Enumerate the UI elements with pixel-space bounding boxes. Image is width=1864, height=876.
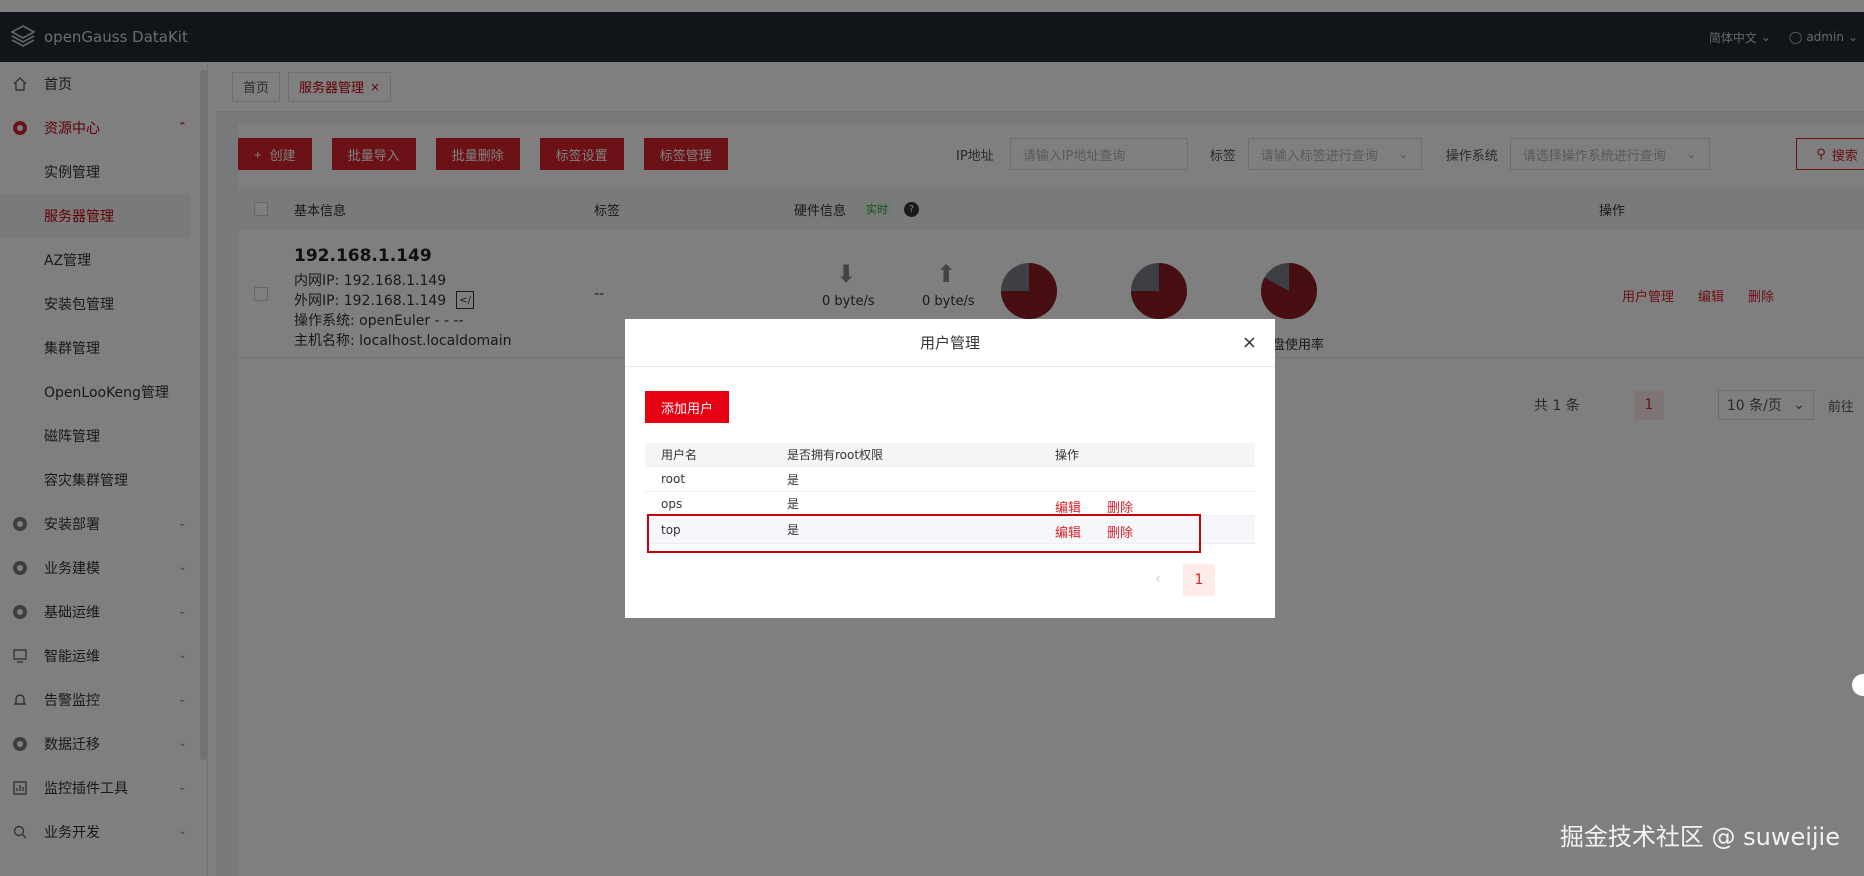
close-icon[interactable]: × — [1242, 332, 1257, 353]
add-user-button[interactable]: 添加用户 — [645, 391, 730, 423]
user-table-header: 用户名 是否拥有root权限 操作 — [645, 443, 1255, 467]
user-management-dialog: 用户管理 × 添加用户 用户名 是否拥有root权限 操作 root 是 ops… — [625, 319, 1275, 618]
col-ops: 操作 — [1055, 448, 1080, 462]
highlight-box — [647, 514, 1201, 553]
dialog-page-1[interactable]: 1 — [1183, 564, 1215, 596]
prev-page-icon[interactable]: ‹ — [1155, 571, 1161, 587]
dialog-title: 用户管理 — [919, 334, 980, 352]
watermark: 掘金技术社区 @ suweijie — [1559, 823, 1840, 851]
col-root: 是否拥有root权限 — [787, 448, 884, 462]
user-row-root: root 是 — [645, 467, 1255, 492]
dialog-header: 用户管理 × — [625, 319, 1275, 367]
col-username: 用户名 — [661, 448, 698, 462]
user-row-ops: ops 是 编辑 删除 — [645, 492, 1255, 516]
